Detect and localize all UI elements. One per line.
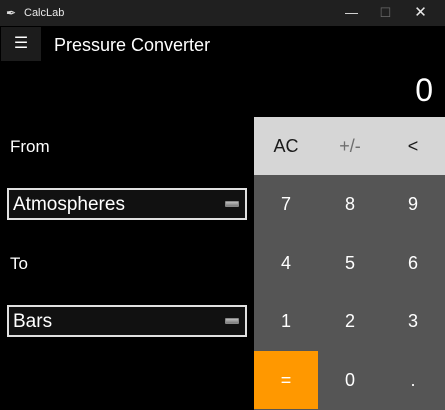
dropdown-handle-icon [225, 318, 239, 324]
digit-3-button[interactable]: 3 [381, 292, 445, 350]
all-clear-button[interactable]: AC [254, 117, 318, 175]
title-bar: ✒ CalcLab — ☐ ✕ [0, 0, 445, 26]
window-title: CalcLab [24, 7, 65, 19]
to-unit-select[interactable]: Bars [7, 305, 247, 337]
decimal-point-button[interactable]: . [381, 351, 445, 409]
minimize-button[interactable]: — [335, 0, 368, 26]
app-feather-icon: ✒ [6, 6, 17, 20]
page-title: Pressure Converter [54, 35, 211, 55]
result-display: 0 [415, 72, 433, 108]
digit-1-button[interactable]: 1 [254, 292, 318, 350]
dropdown-handle-icon [225, 201, 239, 207]
digit-7-button[interactable]: 7 [254, 175, 318, 233]
digit-4-button[interactable]: 4 [254, 234, 318, 292]
digit-8-button[interactable]: 8 [318, 175, 382, 233]
digit-0-button[interactable]: 0 [318, 351, 382, 409]
from-unit-select[interactable]: Atmospheres [7, 188, 247, 220]
from-label: From [10, 137, 50, 156]
close-button[interactable]: ✕ [404, 0, 437, 26]
hamburger-menu-icon[interactable]: ☰ [1, 27, 41, 61]
to-unit-value: Bars [13, 311, 53, 332]
to-label: To [10, 254, 28, 273]
digit-6-button[interactable]: 6 [381, 234, 445, 292]
backspace-button[interactable]: < [381, 117, 445, 175]
maximize-button[interactable]: ☐ [369, 0, 402, 26]
digit-2-button[interactable]: 2 [318, 292, 382, 350]
digit-5-button[interactable]: 5 [318, 234, 382, 292]
from-unit-value: Atmospheres [13, 194, 125, 215]
keypad: AC +/- < 7 8 9 4 5 6 1 2 3 = 0 . [254, 117, 445, 410]
equals-button[interactable]: = [254, 351, 318, 409]
digit-9-button[interactable]: 9 [381, 175, 445, 233]
negate-button[interactable]: +/- [318, 117, 382, 175]
